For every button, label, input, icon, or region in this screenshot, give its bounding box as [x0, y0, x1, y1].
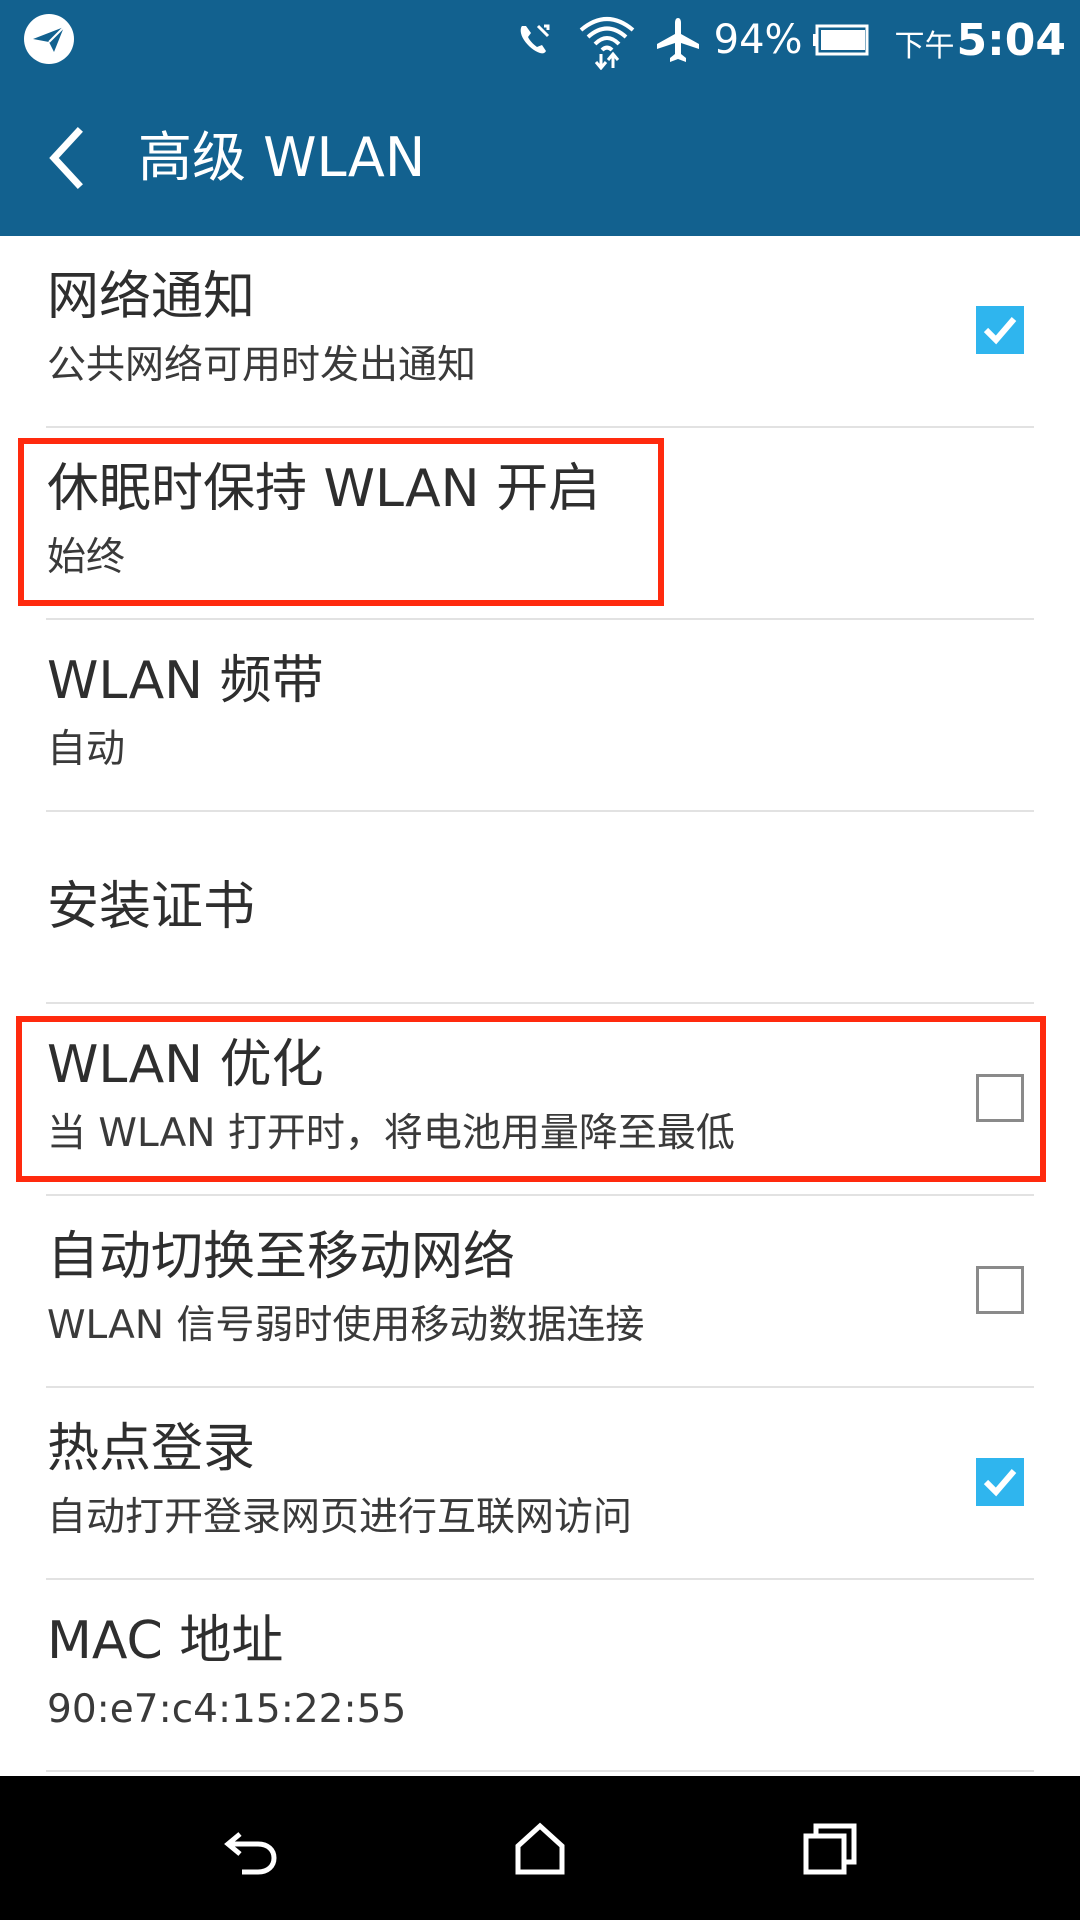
setting-title: 安装证书 [47, 877, 256, 937]
missed-call-icon [520, 24, 550, 54]
checkmark-icon [983, 317, 1017, 345]
app-bar: 高级 WLAN [0, 80, 1080, 236]
wifi-icon [579, 17, 634, 70]
setting-mac-address: MAC 地址 90:e7:c4:15:22:55 [0, 1580, 1080, 1772]
divider [46, 1770, 1034, 1772]
home-icon[interactable] [510, 1818, 570, 1878]
setting-title: MAC 地址 [47, 1611, 284, 1671]
setting-subtitle: 当 WLAN 打开时，将电池用量降至最低 [47, 1111, 735, 1156]
setting-title: 热点登录 [47, 1419, 256, 1479]
wlan-optimization-checkbox[interactable] [976, 1074, 1024, 1122]
back-icon[interactable] [222, 1818, 282, 1878]
checkmark-icon [983, 1469, 1017, 1497]
navigation-bar [0, 1776, 1080, 1920]
settings-list: 网络通知 公共网络可用时发出通知 休眠时保持 WLAN 开启 始终 WLAN 频… [0, 236, 1080, 1772]
time-ampm: 下午 [894, 29, 955, 64]
setting-title: 休眠时保持 WLAN 开启 [47, 459, 601, 519]
status-bar: 94% 下午 5:04 [0, 0, 1080, 80]
setting-wlan-band[interactable]: WLAN 频带 自动 [0, 620, 1080, 812]
setting-install-certificate[interactable]: 安装证书 [0, 812, 1080, 1004]
setting-auto-switch-mobile[interactable]: 自动切换至移动网络 WLAN 信号弱时使用移动数据连接 [0, 1196, 1080, 1388]
setting-title: WLAN 优化 [47, 1035, 324, 1095]
setting-subtitle: 公共网络可用时发出通知 [47, 343, 477, 388]
setting-subtitle: 始终 [47, 535, 126, 580]
setting-wlan-optimization[interactable]: WLAN 优化 当 WLAN 打开时，将电池用量降至最低 [0, 1004, 1080, 1196]
auto-switch-mobile-checkbox[interactable] [976, 1266, 1024, 1314]
chevron-left-icon[interactable] [40, 122, 100, 194]
setting-subtitle: WLAN 信号弱时使用移动数据连接 [47, 1303, 645, 1348]
mac-address-value: 90:e7:c4:15:22:55 [47, 1687, 407, 1732]
battery-percent: 94% [713, 17, 803, 63]
setting-title: WLAN 频带 [47, 651, 324, 711]
recents-icon[interactable] [800, 1818, 860, 1878]
network-notification-checkbox[interactable] [976, 306, 1024, 354]
paper-plane-icon [24, 14, 74, 64]
setting-hotspot-login[interactable]: 热点登录 自动打开登录网页进行互联网访问 [0, 1388, 1080, 1580]
setting-network-notification[interactable]: 网络通知 公共网络可用时发出通知 [0, 236, 1080, 428]
clock-time: 5:04 [956, 14, 1066, 66]
battery-icon [812, 24, 869, 56]
setting-subtitle: 自动打开登录网页进行互联网访问 [47, 1495, 633, 1540]
page-title: 高级 WLAN [138, 126, 426, 189]
setting-subtitle: 自动 [47, 727, 126, 772]
setting-keep-wlan-on-sleep[interactable]: 休眠时保持 WLAN 开启 始终 [0, 428, 1080, 620]
setting-title: 网络通知 [47, 267, 256, 327]
airplane-mode-icon [656, 18, 699, 62]
hotspot-login-checkbox[interactable] [976, 1458, 1024, 1506]
setting-title: 自动切换至移动网络 [47, 1227, 516, 1287]
